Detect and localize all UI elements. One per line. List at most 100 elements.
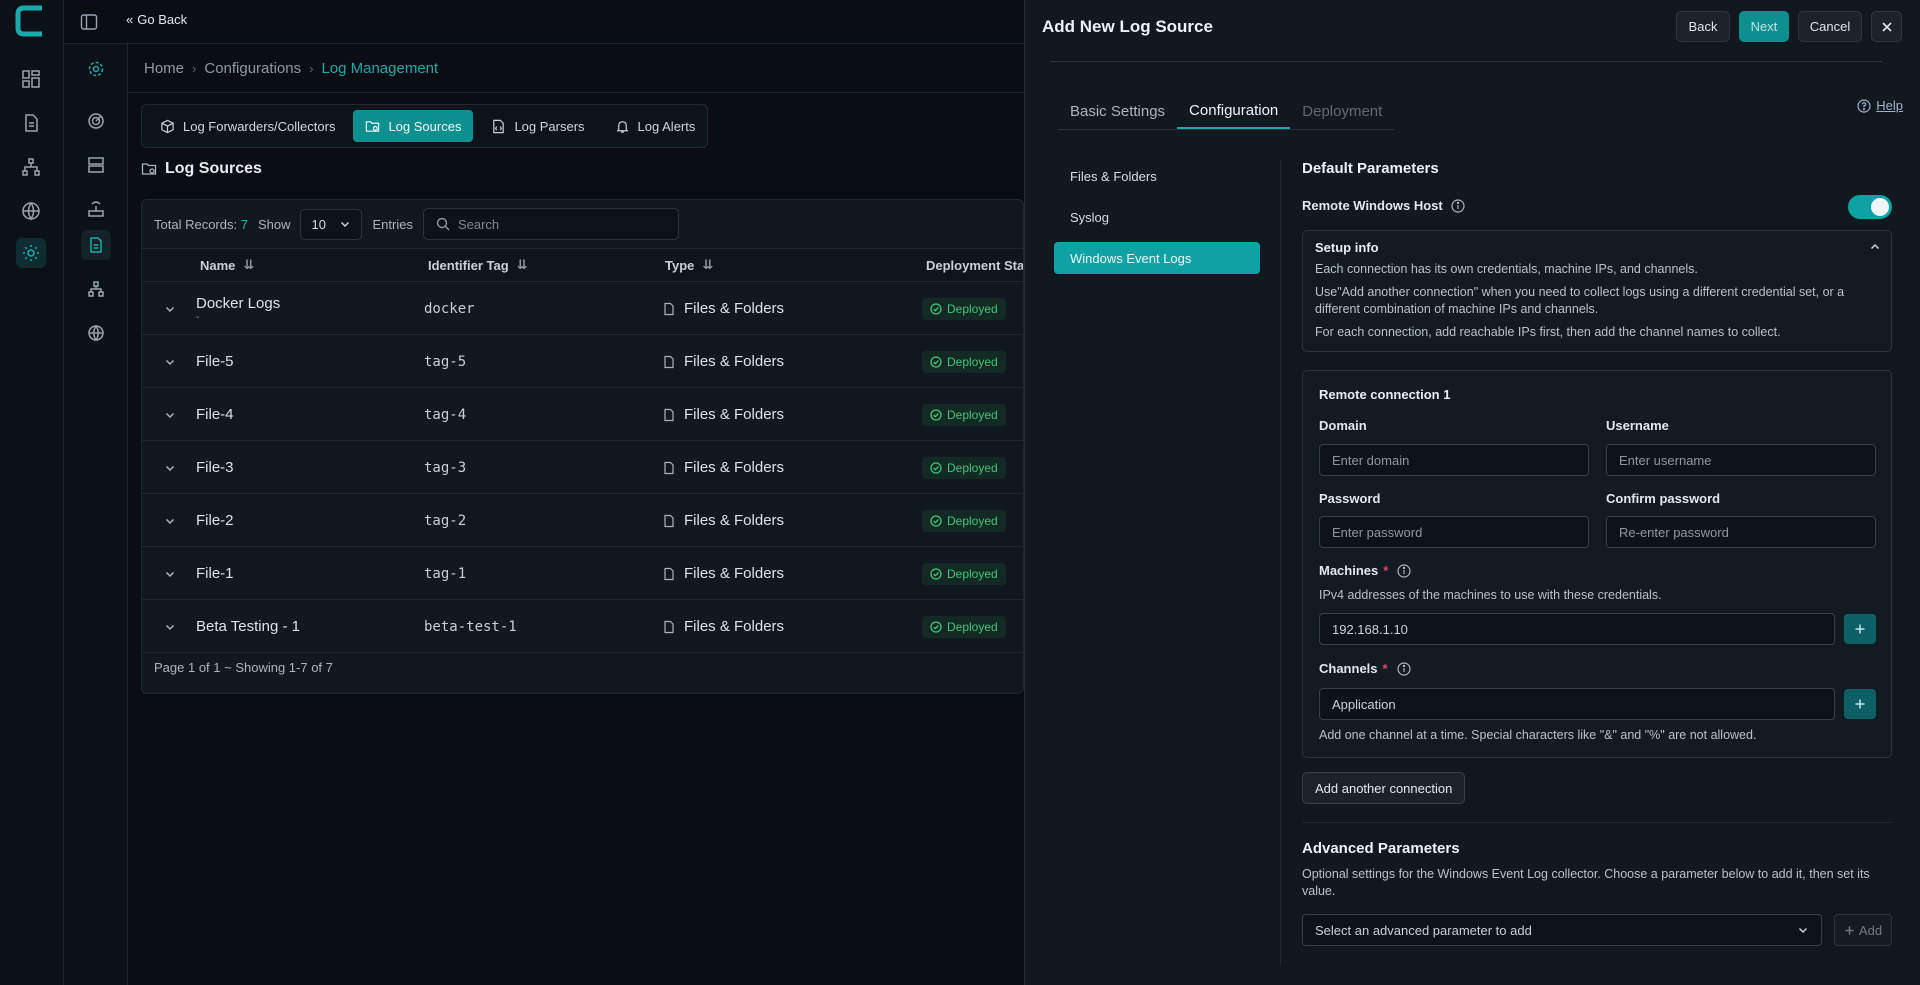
info-icon[interactable] bbox=[1397, 563, 1411, 578]
tab-basic-settings[interactable]: Basic Settings bbox=[1058, 94, 1177, 129]
add-machine-button[interactable] bbox=[1844, 614, 1876, 644]
table-row[interactable]: File-2 tag-2 Files & Folders Deployed bbox=[142, 494, 1023, 547]
source-type-syslog[interactable]: Syslog bbox=[1054, 201, 1260, 233]
row-name-cell: Beta Testing - 1 bbox=[196, 600, 300, 653]
expand-row-button[interactable] bbox=[162, 441, 178, 494]
table-row[interactable]: File-4 tag-4 Files & Folders Deployed bbox=[142, 388, 1023, 441]
nav-radar[interactable] bbox=[81, 106, 111, 136]
tab-configuration[interactable]: Configuration bbox=[1177, 94, 1291, 129]
table-header: Name ⇊ Identifier Tag ⇊ Type ⇊ Deployment S… bbox=[142, 249, 1023, 282]
nav-dashboard[interactable] bbox=[16, 64, 46, 94]
go-back-link[interactable]: « Go Back bbox=[126, 12, 187, 27]
column-header-name[interactable]: Name ⇊ bbox=[200, 257, 254, 273]
nav-config[interactable] bbox=[81, 54, 111, 84]
row-name: Beta Testing - 1 bbox=[196, 618, 300, 635]
cancel-button[interactable]: Cancel bbox=[1798, 11, 1862, 42]
search-icon bbox=[436, 217, 450, 231]
source-type-windows-event-logs[interactable]: Windows Event Logs bbox=[1054, 242, 1260, 274]
expand-row-button[interactable] bbox=[162, 388, 178, 441]
expand-row-button[interactable] bbox=[162, 282, 178, 335]
next-button[interactable]: Next bbox=[1739, 11, 1789, 42]
tab-log-sources[interactable]: Log Sources bbox=[353, 110, 474, 142]
row-status: Deployed bbox=[922, 600, 1006, 653]
expand-row-button[interactable] bbox=[162, 547, 178, 600]
password-input[interactable] bbox=[1319, 516, 1589, 548]
router-icon bbox=[88, 201, 104, 217]
breadcrumb-home[interactable]: Home bbox=[144, 60, 184, 77]
chevron-down-icon bbox=[165, 624, 175, 630]
network-icon bbox=[88, 281, 104, 297]
breadcrumb-configurations[interactable]: Configurations bbox=[204, 60, 301, 77]
settings-icon bbox=[88, 61, 104, 77]
chevron-up-icon[interactable] bbox=[1869, 241, 1881, 253]
remote-host-toggle[interactable] bbox=[1848, 195, 1892, 219]
nav-router[interactable] bbox=[81, 194, 111, 224]
nav-globe-2[interactable] bbox=[81, 318, 111, 348]
entries-select[interactable]: 10 bbox=[300, 208, 363, 240]
expand-row-button[interactable] bbox=[162, 335, 178, 388]
nav-topology[interactable] bbox=[81, 274, 111, 304]
column-header-status[interactable]: Deployment Status bbox=[926, 258, 1023, 273]
tab-log-alerts[interactable]: Log Alerts bbox=[603, 110, 708, 142]
table-row[interactable]: File-5 tag-5 Files & Folders Deployed bbox=[142, 335, 1023, 388]
nav-documents[interactable] bbox=[16, 108, 46, 138]
close-button[interactable] bbox=[1871, 11, 1902, 42]
row-status: Deployed bbox=[922, 494, 1006, 547]
status-badge: Deployed bbox=[922, 562, 1006, 585]
chevron-down-icon bbox=[165, 412, 175, 418]
chevron-down-icon bbox=[165, 306, 175, 312]
file-icon bbox=[664, 514, 674, 527]
expand-row-button[interactable] bbox=[162, 600, 178, 653]
advanced-parameter-select[interactable]: Select an advanced parameter to add bbox=[1302, 914, 1822, 946]
nav-logs[interactable] bbox=[81, 230, 111, 260]
domain-input[interactable] bbox=[1319, 444, 1589, 476]
column-header-type[interactable]: Type ⇊ bbox=[665, 257, 713, 273]
tab-deployment[interactable]: Deployment bbox=[1290, 94, 1394, 129]
file-icon bbox=[664, 461, 674, 474]
nav-network[interactable] bbox=[16, 152, 46, 182]
status-badge: Deployed bbox=[922, 615, 1006, 638]
add-another-connection-button[interactable]: Add another connection bbox=[1302, 772, 1466, 804]
source-type-files-folders[interactable]: Files & Folders bbox=[1054, 160, 1260, 192]
search-input[interactable]: Search bbox=[422, 208, 679, 240]
expand-row-button[interactable] bbox=[162, 494, 178, 547]
nav-settings[interactable] bbox=[16, 238, 46, 268]
channels-input[interactable] bbox=[1319, 688, 1835, 720]
table-body: Docker Logs - docker Files & Folders Depl… bbox=[142, 282, 1023, 653]
folder-icon bbox=[366, 120, 380, 132]
table-row[interactable]: Docker Logs - docker Files & Folders Depl… bbox=[142, 282, 1023, 335]
configuration-form: Default Parameters Remote Windows Host S… bbox=[1302, 160, 1892, 946]
row-name: File-1 bbox=[196, 565, 234, 582]
row-type: Files & Folders bbox=[662, 282, 784, 335]
info-icon[interactable] bbox=[1396, 661, 1411, 676]
row-type: Files & Folders bbox=[662, 335, 784, 388]
table-row[interactable]: File-3 tag-3 Files & Folders Deployed bbox=[142, 441, 1023, 494]
sidebar-toggle-button[interactable] bbox=[78, 11, 100, 33]
help-link[interactable]: Help bbox=[1857, 98, 1903, 113]
machines-hint: IPv4 addresses of the machines to use wi… bbox=[1319, 588, 1662, 602]
check-circle-icon bbox=[930, 620, 942, 633]
column-header-tag[interactable]: Identifier Tag ⇊ bbox=[428, 257, 528, 273]
table-row[interactable]: File-1 tag-1 Files & Folders Deployed bbox=[142, 547, 1023, 600]
tab-log-parsers[interactable]: Log Parsers bbox=[479, 110, 596, 142]
table-toolbar: Total Records: 7 Show 10 Entries Search bbox=[142, 200, 1023, 249]
add-advanced-parameter-button[interactable]: Add bbox=[1834, 914, 1892, 946]
machines-input[interactable] bbox=[1319, 613, 1835, 645]
machines-label: Machines * bbox=[1319, 563, 1411, 578]
table-row[interactable]: Beta Testing - 1 beta-test-1 Files & Fol… bbox=[142, 600, 1023, 653]
divider bbox=[1280, 160, 1281, 965]
nav-server[interactable] bbox=[81, 150, 111, 180]
row-tag: tag-4 bbox=[424, 406, 467, 423]
row-tag: tag-3 bbox=[424, 459, 467, 476]
confirm-password-input[interactable] bbox=[1606, 516, 1876, 548]
file-icon bbox=[664, 302, 674, 315]
required-marker: * bbox=[1383, 563, 1389, 578]
info-icon[interactable] bbox=[1451, 198, 1465, 213]
tab-log-forwarders[interactable]: Log Forwarders/Collectors bbox=[148, 110, 347, 142]
nav-globe[interactable] bbox=[16, 196, 46, 226]
username-input[interactable] bbox=[1606, 444, 1876, 476]
logo-icon[interactable] bbox=[14, 4, 46, 38]
radar-icon bbox=[88, 113, 104, 129]
add-channel-button[interactable] bbox=[1844, 689, 1876, 719]
back-button[interactable]: Back bbox=[1676, 11, 1730, 42]
